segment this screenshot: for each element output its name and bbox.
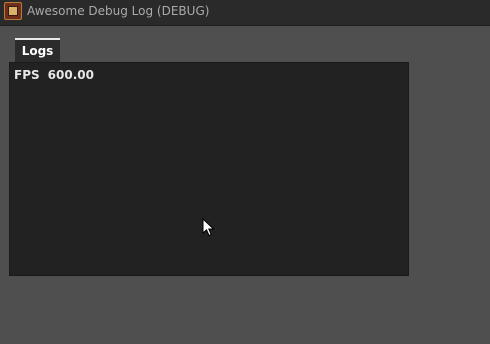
fps-value: 600.00 <box>47 68 94 82</box>
tab-logs-label: Logs <box>21 44 54 58</box>
mouse-cursor-icon <box>202 218 215 237</box>
fps-readout: FPS 600.00 <box>14 68 94 82</box>
app-window: Awesome Debug Log (DEBUG) Logs FPS 600.00 <box>0 0 490 344</box>
fps-label: FPS <box>14 68 40 82</box>
app-icon <box>4 2 22 20</box>
log-panel: FPS 600.00 <box>9 62 409 276</box>
app-icon-emblem <box>8 6 18 16</box>
tab-logs[interactable]: Logs <box>15 38 60 62</box>
window-title: Awesome Debug Log (DEBUG) <box>27 4 210 18</box>
title-bar[interactable]: Awesome Debug Log (DEBUG) <box>0 0 490 26</box>
